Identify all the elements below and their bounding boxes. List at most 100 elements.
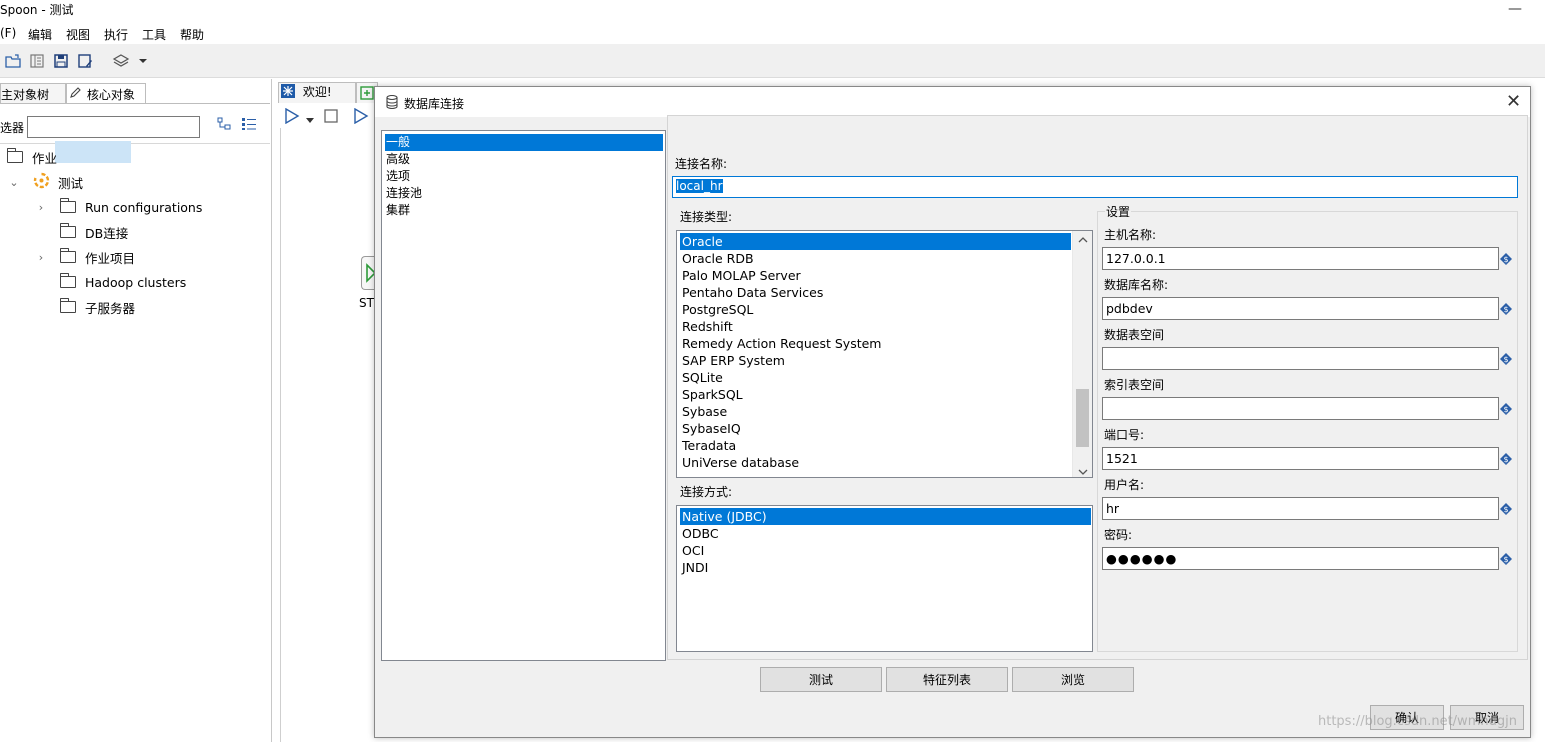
scroll-down-icon[interactable] [1078,465,1088,477]
access-type-list[interactable]: Native (JDBC) ODBC OCI JNDI [676,505,1093,652]
explore-repository-icon[interactable] [28,52,46,70]
tree-item-label: Run configurations [85,199,203,215]
watermark: https://blog.csdn.net/wmhdgjn [1318,714,1517,729]
connection-name-input[interactable]: local_hr [672,176,1518,198]
save-icon[interactable] [52,52,70,70]
menu-view[interactable]: 视图 [66,26,90,43]
connection-type-scrollbar[interactable] [1072,231,1092,477]
menu-help[interactable]: 帮助 [180,26,204,43]
data-tablespace-input[interactable] [1102,347,1499,370]
port-input[interactable]: 1521 [1102,447,1499,470]
connection-type-item[interactable]: Oracle [680,233,1071,250]
connection-type-item[interactable]: SQLite [680,369,723,386]
tree-item-hadoop-clusters[interactable]: Hadoop clusters [34,271,186,293]
run-dropdown-icon[interactable] [306,113,314,127]
chevron-right-icon[interactable]: › [34,201,48,214]
tree-item-run-configurations[interactable]: › Run configurations [34,196,202,218]
access-item-odbc[interactable]: ODBC [680,525,719,542]
layers-icon[interactable] [112,52,130,70]
category-item-pooling[interactable]: 连接池 [385,185,663,202]
access-item-jndi[interactable]: JNDI [680,559,708,576]
host-name-input[interactable]: 127.0.0.1 [1102,247,1499,270]
collapse-tree-icon[interactable] [217,117,231,134]
connection-type-item[interactable]: UniVerse database [680,454,799,471]
connection-type-item[interactable]: Teradata [680,437,736,454]
preview-icon[interactable] [353,107,369,127]
variable-icon[interactable]: $ [1500,253,1512,265]
tree-item-slave-servers[interactable]: 子服务器 [34,296,135,318]
database-name-label: 数据库名称: [1104,278,1169,292]
tab-welcome[interactable]: 欢迎! [278,82,356,103]
tab-core-label: 核心对象 [86,88,135,102]
folder-icon [60,273,76,288]
filter-input[interactable] [27,116,200,138]
connection-type-item[interactable]: Pentaho Data Services [680,284,823,301]
access-item-oci[interactable]: OCI [680,542,704,559]
variable-icon[interactable]: $ [1500,553,1512,565]
feature-list-button[interactable]: 特征列表 [886,667,1008,692]
variable-icon[interactable]: $ [1500,353,1512,365]
connection-type-list[interactable]: Oracle Oracle RDB Palo MOLAP Server Pentaho… [676,230,1093,478]
tab-main-object-tree[interactable]: 主对象树 [0,83,66,103]
tree-item-db-connections[interactable]: DB连接 [34,221,128,243]
chevron-down-icon[interactable]: ⌄ [7,176,21,189]
tree-item-job-entries[interactable]: › 作业项目 [34,246,135,268]
start-node[interactable] [361,256,377,290]
test-button[interactable]: 测试 [760,667,882,692]
scrollbar-thumb[interactable] [1076,389,1089,447]
explore-button[interactable]: 浏览 [1012,667,1134,692]
menu-tools[interactable]: 工具 [142,26,166,43]
category-item-general[interactable]: 一般 [385,134,663,151]
folder-icon [60,248,76,263]
close-icon[interactable]: ✕ [1506,91,1521,112]
tree-item-test[interactable]: ⌄ 测试 [7,171,83,193]
database-name-input[interactable]: pdbdev [1102,297,1499,320]
job-canvas[interactable] [280,128,375,742]
open-file-icon[interactable] [4,52,22,70]
connection-type-item[interactable]: Palo MOLAP Server [680,267,801,284]
folder-icon [60,223,76,238]
username-input[interactable]: hr [1102,497,1499,520]
pencil-icon [69,87,83,102]
tree-selection-highlight [55,141,131,163]
connection-type-item[interactable]: SAP ERP System [680,352,785,369]
tree-item-jobs[interactable]: 作业 [7,146,57,168]
category-item-advanced[interactable]: 高级 [385,151,663,168]
tree-item-label: 测试 [58,175,84,191]
connection-type-item[interactable]: SybaseIQ [680,420,741,437]
connection-type-item[interactable]: Oracle RDB [680,250,754,267]
variable-icon[interactable]: $ [1500,453,1512,465]
variable-icon[interactable]: $ [1500,503,1512,515]
minimize-icon[interactable]: — [1508,1,1522,17]
username-label: 用户名: [1104,478,1145,492]
menu-edit[interactable]: 编辑 [28,26,52,43]
category-item-clustering[interactable]: 集群 [385,202,663,219]
connection-type-item[interactable]: Sybase [680,403,727,420]
category-list[interactable]: 一般 高级 选项 连接池 集群 [381,130,666,661]
scroll-up-icon[interactable] [1078,233,1088,247]
connection-type-item[interactable]: Remedy Action Request System [680,335,881,352]
access-item-native-jdbc[interactable]: Native (JDBC) [680,508,1091,525]
tree-item-label: Hadoop clusters [85,274,187,290]
tab-core-objects[interactable]: 核心对象 [66,83,146,103]
data-tablespace-label: 数据表空间 [1104,328,1165,342]
variable-icon[interactable]: $ [1500,303,1512,315]
category-item-options[interactable]: 选项 [385,168,663,185]
password-input[interactable]: ●●●●●● [1102,547,1499,570]
connection-type-item[interactable]: Redshift [680,318,733,335]
stop-icon[interactable] [324,109,338,126]
expand-tree-icon[interactable] [241,117,257,134]
save-as-icon[interactable] [76,52,94,70]
host-name-label: 主机名称: [1104,228,1157,242]
run-icon[interactable] [284,107,300,127]
connection-type-item[interactable]: PostgreSQL [680,301,753,318]
menu-run[interactable]: 执行 [104,26,128,43]
index-tablespace-input[interactable] [1102,397,1499,420]
job-tab-icon [360,86,374,103]
chevron-right-icon[interactable]: › [34,251,48,264]
connection-type-item[interactable]: SparkSQL [680,386,743,403]
connection-type-label: 连接类型: [680,210,733,224]
variable-icon[interactable]: $ [1500,403,1512,415]
menu-file[interactable]: (F) [0,26,16,40]
layers-dropdown-icon[interactable] [134,52,152,70]
